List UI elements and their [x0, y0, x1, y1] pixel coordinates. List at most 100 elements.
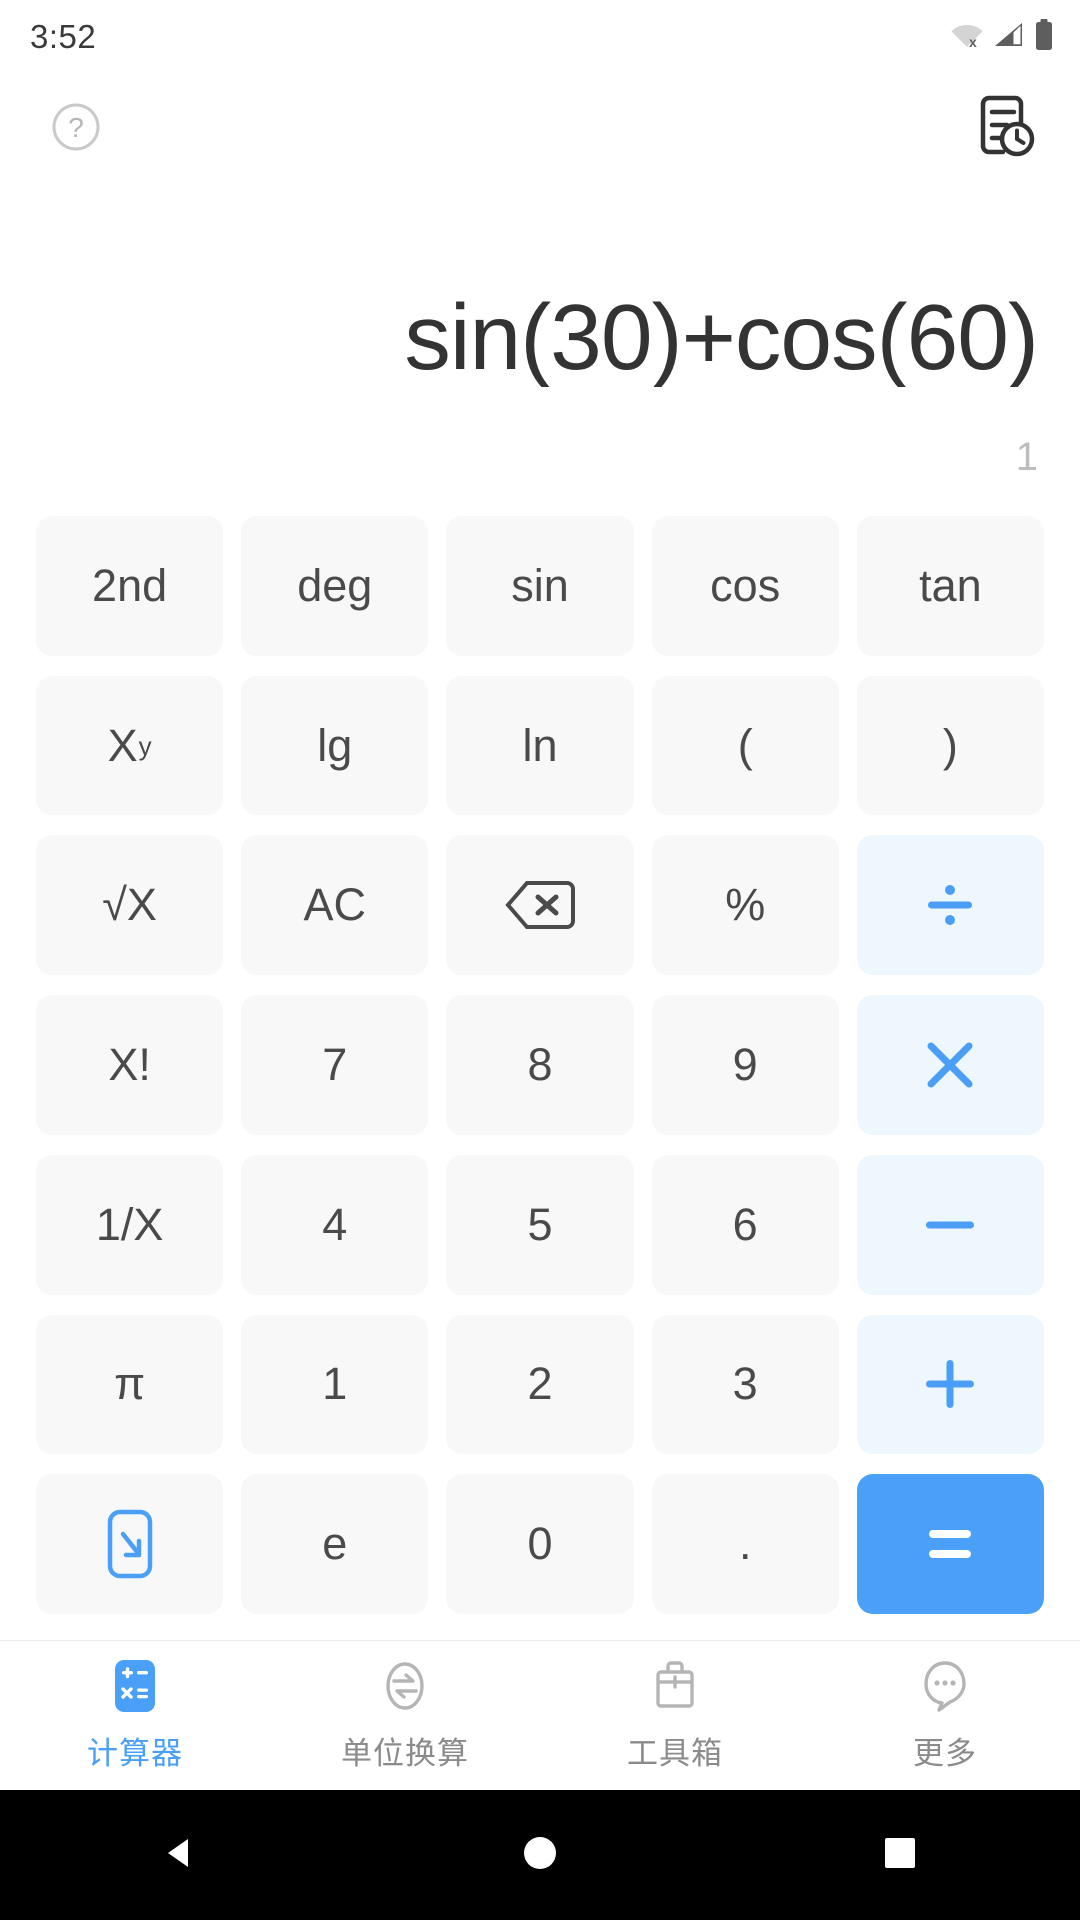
status-icon-group: x — [950, 18, 1054, 56]
calculator-app: 3:52 x ? sin(30)+cos(60) 1 2nd deg sin c… — [0, 0, 1080, 1920]
key-2nd[interactable]: 2nd — [36, 516, 224, 656]
nav-more[interactable]: 更多 — [810, 1658, 1080, 1773]
backspace-icon — [505, 879, 575, 931]
collapse-keypad-icon — [106, 1508, 154, 1580]
minus-icon — [921, 1215, 979, 1235]
divide-icon — [919, 874, 981, 936]
key-power[interactable]: Xy — [36, 675, 224, 816]
key-1[interactable]: 1 — [241, 1314, 429, 1455]
nav-label: 计算器 — [87, 1736, 183, 1771]
key-sqrt[interactable]: √X — [36, 835, 224, 976]
key-close-paren[interactable]: ) — [856, 675, 1044, 816]
key-lg[interactable]: lg — [241, 675, 429, 816]
system-navigation-bar — [0, 1790, 1080, 1920]
key-8[interactable]: 8 — [446, 995, 634, 1135]
key-e[interactable]: e — [241, 1474, 429, 1614]
multiply-icon — [921, 1036, 979, 1094]
key-label: 1/X — [95, 1198, 164, 1250]
key-multiply[interactable] — [856, 995, 1044, 1135]
back-triangle-icon — [160, 1833, 200, 1878]
key-divide[interactable] — [856, 835, 1044, 976]
key-label: AC — [303, 879, 367, 931]
key-4[interactable]: 4 — [241, 1154, 429, 1295]
key-cos[interactable]: cos — [651, 516, 839, 656]
system-recents-button[interactable] — [840, 1790, 960, 1920]
key-deg[interactable]: deg — [241, 516, 429, 656]
history-icon — [971, 94, 1037, 165]
system-back-button[interactable] — [120, 1790, 240, 1920]
key-equals[interactable] — [856, 1474, 1044, 1614]
key-3[interactable]: 3 — [651, 1314, 839, 1455]
key-6[interactable]: 6 — [651, 1154, 839, 1295]
key-9[interactable]: 9 — [651, 995, 839, 1135]
key-label: cos — [710, 559, 781, 611]
key-label: X! — [108, 1038, 151, 1090]
convert-icon — [379, 1658, 431, 1714]
key-label: % — [725, 879, 766, 931]
plus-icon — [921, 1355, 979, 1413]
key-backspace[interactable] — [446, 835, 634, 976]
key-label: ( — [737, 719, 753, 771]
nav-calculator[interactable]: 计算器 — [0, 1658, 270, 1773]
nav-unit-converter[interactable]: 单位换算 — [270, 1658, 540, 1773]
history-button[interactable] — [968, 93, 1040, 165]
nav-label: 单位换算 — [341, 1736, 469, 1771]
key-all-clear[interactable]: AC — [241, 835, 429, 976]
calculator-icon — [109, 1658, 161, 1714]
key-label: 0 — [527, 1518, 553, 1570]
key-factorial[interactable]: X! — [36, 995, 224, 1135]
home-circle-icon — [520, 1833, 560, 1878]
wifi-off-icon: x — [950, 21, 984, 54]
key-label: X — [107, 719, 138, 771]
keypad: 2nd deg sin cos tan Xy lg ln () √X AC % X! 7 8 9 1/X 4… — [0, 494, 1080, 1640]
key-percent[interactable]: % — [651, 835, 839, 976]
key-ln[interactable]: ln — [446, 675, 634, 816]
key-label: 1 — [322, 1358, 348, 1410]
key-reciprocal[interactable]: 1/X — [36, 1154, 224, 1295]
key-decimal[interactable]: . — [651, 1474, 839, 1614]
key-open-paren[interactable]: ( — [651, 675, 839, 816]
help-button[interactable]: ? — [48, 101, 104, 157]
key-label: 2 — [527, 1358, 553, 1410]
toolbox-icon — [649, 1658, 701, 1714]
key-label: e — [322, 1518, 348, 1570]
key-label: ) — [942, 719, 958, 771]
display-area[interactable]: sin(30)+cos(60) 1 — [0, 184, 1080, 494]
more-icon — [919, 1658, 971, 1714]
cellular-signal-icon — [993, 21, 1025, 54]
bottom-navigation: 计算器 单位换算 工具箱 更多 — [0, 1640, 1080, 1790]
nav-label: 更多 — [913, 1736, 977, 1771]
key-label: 5 — [527, 1198, 553, 1250]
key-label: ln — [522, 719, 558, 771]
key-plus[interactable] — [856, 1314, 1044, 1455]
top-action-bar: ? — [0, 74, 1080, 184]
key-hide-keypad[interactable] — [36, 1474, 224, 1614]
nav-label: 工具箱 — [627, 1736, 723, 1771]
key-label: 7 — [322, 1038, 348, 1090]
key-label: 6 — [732, 1198, 758, 1250]
key-7[interactable]: 7 — [241, 995, 429, 1135]
expression-text: sin(30)+cos(60) — [404, 286, 1038, 387]
key-label: deg — [297, 559, 373, 611]
key-0[interactable]: 0 — [446, 1474, 634, 1614]
key-label: π — [114, 1358, 146, 1410]
key-label: 2nd — [92, 559, 168, 611]
nav-toolbox[interactable]: 工具箱 — [540, 1658, 810, 1773]
status-time: 3:52 — [30, 18, 97, 55]
key-label: sin — [511, 559, 569, 611]
key-tan[interactable]: tan — [856, 516, 1044, 656]
svg-text:x: x — [969, 34, 977, 49]
help-circle-icon: ? — [50, 101, 102, 158]
system-home-button[interactable] — [480, 1790, 600, 1920]
key-label: √X — [102, 879, 157, 931]
svg-text:?: ? — [68, 112, 84, 143]
key-label: 9 — [732, 1038, 758, 1090]
key-sin[interactable]: sin — [446, 516, 634, 656]
key-label: lg — [317, 719, 353, 771]
key-label: . — [738, 1518, 752, 1570]
key-5[interactable]: 5 — [446, 1154, 634, 1295]
key-label: 3 — [732, 1358, 758, 1410]
key-pi[interactable]: π — [36, 1314, 224, 1455]
key-2[interactable]: 2 — [446, 1314, 634, 1455]
key-minus[interactable] — [856, 1154, 1044, 1295]
